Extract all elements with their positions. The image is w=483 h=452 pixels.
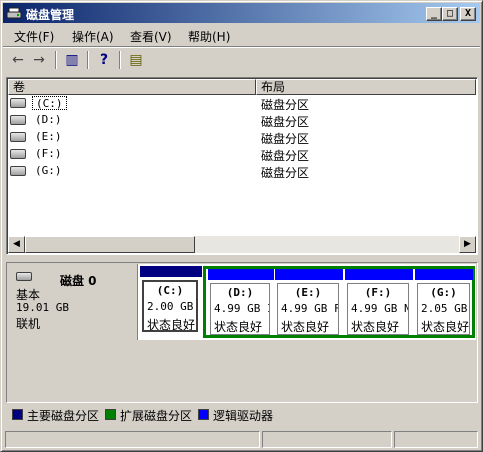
volume-row[interactable]: (D:) 磁盘分区 [8,112,476,129]
partition-name: (E:) [294,286,322,299]
scroll-right-icon[interactable]: ▶ [459,236,476,253]
partition-name: (C:) [156,284,184,297]
volume-layout: 磁盘分区 [261,132,310,146]
toolbar-separator [119,51,121,69]
toolbar-separator [55,51,57,69]
volume-name: (F:) [35,147,62,160]
drive-icon [10,149,26,159]
toolbar: ← → ▥ ? ▤ [3,48,480,72]
minimize-button[interactable]: _ [426,7,442,21]
scroll-thumb[interactable] [25,236,195,253]
drive-icon [10,166,26,176]
status-panel [394,431,478,448]
legend-label-extended: 扩展磁盘分区 [120,409,193,423]
disk-management-icon [6,7,22,19]
partition-status: 状态良好 [281,320,330,334]
partition-status: 状态良好 [421,320,470,334]
legend-swatch-extended [105,409,116,420]
partition-e[interactable]: (E:) 4.99 GB F 状态良好 [275,269,343,339]
volume-row[interactable]: (C:) 磁盘分区 [8,95,476,112]
legend-swatch-primary [12,409,23,420]
partition-f[interactable]: (F:) 4.99 GB N 状态良好 [345,269,413,339]
disk-icon [16,272,32,281]
help-icon[interactable]: ? [95,51,113,69]
legend-swatch-logical [198,409,209,420]
partition-header [345,269,413,280]
volume-name: (C:) [32,96,67,110]
disk-size: 19.01 GB [16,301,69,314]
title-bar[interactable]: 磁盘管理 _ □ X [3,3,480,23]
scroll-left-icon[interactable]: ◀ [8,236,25,253]
column-header-layout[interactable]: 布局 [256,79,476,95]
disk-graphical-view: 磁盘 0 基本 19.01 GB 联机 (C:) 2.00 GB 状态良好 (D… [6,262,478,403]
partition-name: (F:) [364,286,392,299]
partition-header [415,269,473,280]
status-panel [5,431,260,448]
drive-icon [10,98,26,108]
back-icon[interactable]: ← [9,51,27,69]
menu-view[interactable]: 查看(V) [130,28,172,45]
disk-info-panel[interactable]: 磁盘 0 基本 19.01 GB 联机 [8,264,138,340]
drive-icon [10,132,26,142]
partition-name: (G:) [430,286,457,299]
horizontal-scrollbar[interactable]: ◀ ▶ [8,236,476,253]
partition-size: 2.00 GB [147,300,194,313]
legend-label-primary: 主要磁盘分区 [27,409,100,423]
drive-icon [10,115,26,125]
volume-row[interactable]: (E:) 磁盘分区 [8,129,476,146]
disk-name: 磁盘 0 [60,274,97,288]
partition-size: 4.99 GB F [281,302,339,315]
volume-layout: 磁盘分区 [261,166,310,180]
disk-management-window: 磁盘管理 _ □ X 文件(F) 操作(A) 查看(V) 帮助(H) ← → ▥… [0,0,483,452]
legend-label-logical: 逻辑驱动器 [213,409,274,423]
volume-name: (E:) [35,130,62,143]
volume-row[interactable]: (F:) 磁盘分区 [8,146,476,163]
window-title: 磁盘管理 [26,8,75,22]
status-bar [3,429,480,449]
menu-help[interactable]: 帮助(H) [188,28,230,45]
volume-name: (G:) [35,164,62,177]
partition-name: (D:) [226,286,254,299]
volume-layout: 磁盘分区 [261,149,310,163]
partition-size: 4.99 GB I [214,302,270,315]
status-panel [262,431,392,448]
partition-header [208,269,274,280]
menu-bar: 文件(F) 操作(A) 查看(V) 帮助(H) [3,25,480,45]
toolbar-separator [87,51,89,69]
close-button[interactable]: X [460,7,476,21]
partition-size: 4.99 GB N [351,302,409,315]
menu-action[interactable]: 操作(A) [72,28,114,45]
partition-status: 状态良好 [214,320,263,334]
menu-file[interactable]: 文件(F) [14,28,54,45]
volume-layout: 磁盘分区 [261,98,310,112]
volume-name: (D:) [35,113,62,126]
partition-d[interactable]: (D:) 4.99 GB I 状态良好 [208,269,274,339]
partition-header [275,269,343,280]
partition-g[interactable]: (G:) 2.05 GB 状态良好 [415,269,473,339]
forward-icon[interactable]: → [30,51,48,69]
show-hide-console-tree-icon[interactable]: ▥ [63,51,81,69]
partition-status: 状态良好 [351,320,400,334]
volume-row[interactable]: (G:) 磁盘分区 [8,163,476,180]
volume-list[interactable]: 卷 布局 (C:) 磁盘分区 (D:) 磁盘分区 (E:) 磁盘分区 (F:) … [6,77,478,255]
maximize-button[interactable]: □ [442,7,458,21]
properties-icon[interactable]: ▤ [127,51,145,69]
partition-size: 2.05 GB [421,302,468,315]
partition-status: 状态良好 [147,318,196,332]
legend: 主要磁盘分区 扩展磁盘分区 逻辑驱动器 [6,405,478,425]
partition-header [140,266,202,277]
partition-c[interactable]: (C:) 2.00 GB 状态良好 [140,266,202,336]
disk-status: 联机 [16,317,41,331]
volume-layout: 磁盘分区 [261,115,310,129]
column-header-volume[interactable]: 卷 [8,79,256,95]
